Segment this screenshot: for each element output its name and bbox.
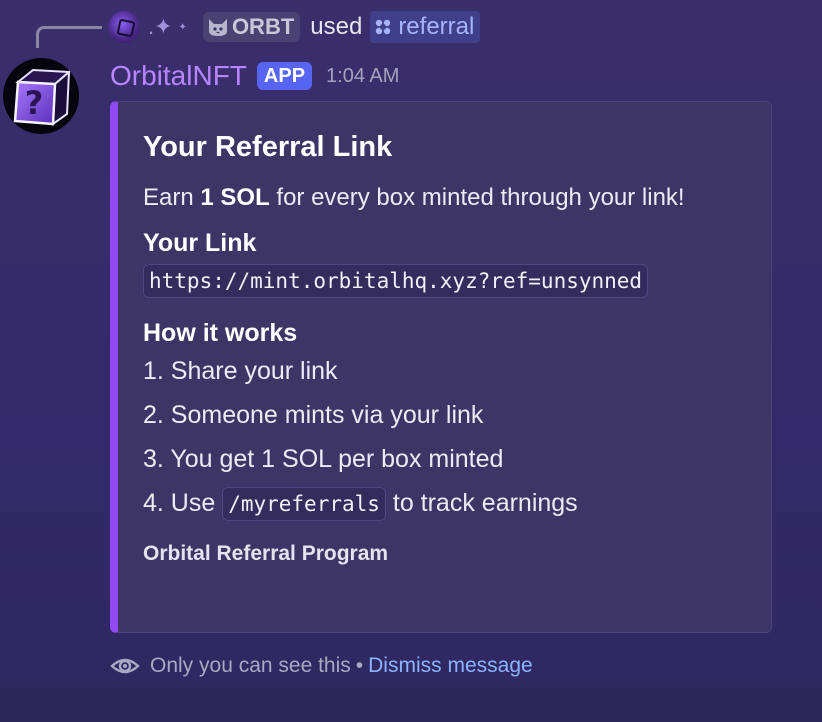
embed-title: Your Referral Link <box>143 131 393 163</box>
command-reply-line: .✦ ✦ ORBT used referral <box>108 10 481 44</box>
step-item: 3. You get 1 SOL per box minted <box>143 445 504 473</box>
message-header: OrbitalNFT APP 1:04 AM <box>110 58 399 94</box>
myreferrals-command-code: /myreferrals <box>222 487 386 521</box>
question-cube-icon: ? <box>13 68 72 127</box>
description-prefix: Earn <box>143 184 201 211</box>
sparkle-dot-icon: ✦ <box>178 21 187 33</box>
ephemeral-note: Only you can see this <box>150 654 351 677</box>
referral-link-code[interactable]: https://mint.orbitalhq.xyz?ref=unsynned <box>143 264 649 298</box>
cat-icon <box>208 19 227 36</box>
description-bold: 1 SOL <box>200 184 270 211</box>
slash-command-icon <box>376 19 391 35</box>
app-badge: APP <box>256 62 313 90</box>
step-item: 2. Someone mints via your link <box>143 401 484 429</box>
bullet-separator: • <box>355 654 364 677</box>
bot-avatar[interactable]: ? <box>3 58 79 134</box>
step-item: 4. Use /myreferrals to track earnings <box>143 486 741 521</box>
guild-tag-label: ORBT <box>231 14 295 39</box>
step4-suffix: to track earnings <box>385 489 578 517</box>
command-name: referral <box>398 13 475 40</box>
guild-tag[interactable]: ORBT <box>202 12 301 42</box>
eye-icon <box>110 658 140 674</box>
used-text: used <box>310 13 363 40</box>
svg-text:?: ? <box>25 84 44 122</box>
cube-avatar-icon[interactable] <box>108 11 140 43</box>
message-timestamp[interactable]: 1:04 AM <box>326 65 399 88</box>
referral-embed: Your Referral Link Earn 1 SOL for every … <box>110 101 772 633</box>
link-field-name: Your Link <box>143 229 257 257</box>
step4-prefix: 4. Use <box>143 489 223 517</box>
steps-list: 1. Share your link 2. Someone mints via … <box>143 354 741 521</box>
dismiss-message-link[interactable]: Dismiss message <box>368 654 533 678</box>
description-suffix: for every box minted through your link! <box>269 184 685 211</box>
embed-description: Earn 1 SOL for every box minted through … <box>143 182 741 214</box>
chat-bottom-strip <box>0 688 822 722</box>
link-field-value: https://mint.orbitalhq.xyz?ref=unsynned <box>143 264 741 298</box>
how-field-name: How it works <box>143 319 298 347</box>
command-mention[interactable]: referral <box>370 11 481 43</box>
sparkle-icon: .✦ <box>148 14 173 39</box>
reply-connector-line <box>36 26 102 48</box>
bot-username[interactable]: OrbitalNFT <box>110 60 247 92</box>
embed-footer: Orbital Referral Program <box>143 542 389 565</box>
ephemeral-notice: Only you can see this • Dismiss message <box>110 650 533 682</box>
step-item: 1. Share your link <box>143 357 338 385</box>
